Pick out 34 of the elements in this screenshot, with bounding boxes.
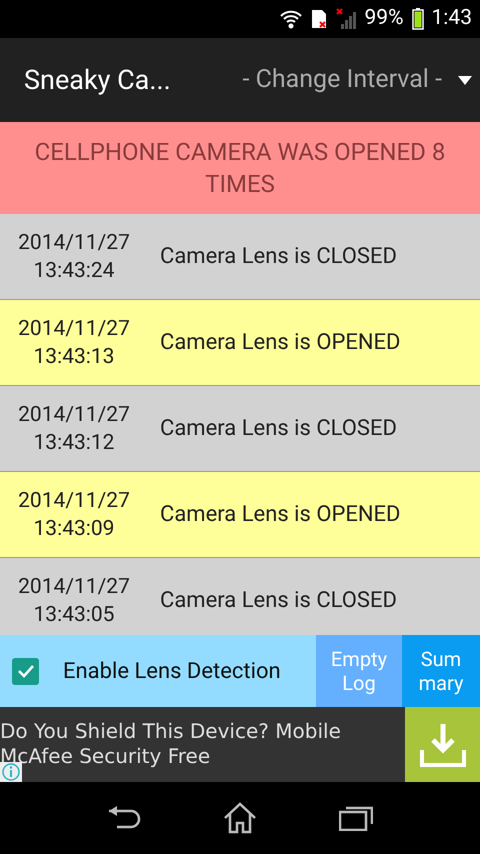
checkbox[interactable] bbox=[12, 658, 39, 684]
clock: 1:43 bbox=[432, 5, 472, 32]
ad-text[interactable]: Do You Shield This Device? Mobile McAfee Security Free bbox=[0, 707, 405, 782]
app-title: Sneaky Ca... bbox=[24, 62, 171, 98]
lens-detection-checkbox[interactable]: Enable Lens Detection bbox=[0, 635, 316, 707]
log-message: Camera Lens is CLOSED bbox=[160, 587, 397, 615]
log-time: 13:43:05 bbox=[34, 602, 114, 628]
download-icon bbox=[418, 722, 466, 768]
battery-icon bbox=[412, 8, 424, 30]
log-message: Camera Lens is OPENED bbox=[160, 501, 400, 529]
log-date: 2014/11/27 bbox=[18, 488, 130, 514]
battery-percent: 99% bbox=[364, 5, 404, 32]
signal-icon bbox=[334, 8, 356, 30]
caret-icon bbox=[458, 76, 472, 84]
log-date: 2014/11/27 bbox=[18, 230, 130, 256]
home-icon[interactable] bbox=[223, 802, 257, 834]
log-time: 13:43:13 bbox=[34, 344, 114, 370]
open-count-message: CELLPHONE CAMERA WAS OPENED 8 TIMES bbox=[34, 137, 446, 200]
log-date: 2014/11/27 bbox=[18, 316, 130, 342]
log-message: Camera Lens is CLOSED bbox=[160, 243, 397, 271]
check-icon bbox=[16, 664, 34, 678]
back-icon[interactable] bbox=[107, 805, 141, 831]
log-date: 2014/11/27 bbox=[18, 574, 130, 600]
log-message: Camera Lens is CLOSED bbox=[160, 415, 397, 443]
lens-detection-label: Enable Lens Detection bbox=[63, 658, 281, 686]
sim-card-icon bbox=[310, 9, 326, 29]
log-date: 2014/11/27 bbox=[18, 402, 130, 428]
log-time: 13:43:09 bbox=[34, 516, 114, 542]
log-message: Camera Lens is OPENED bbox=[160, 329, 400, 357]
log-time: 13:43:24 bbox=[34, 258, 114, 284]
interval-dropdown[interactable]: - Change Interval - bbox=[242, 61, 472, 99]
recent-apps-icon[interactable] bbox=[339, 805, 373, 831]
wifi-icon bbox=[278, 9, 302, 29]
log-time: 13:43:12 bbox=[34, 430, 114, 456]
